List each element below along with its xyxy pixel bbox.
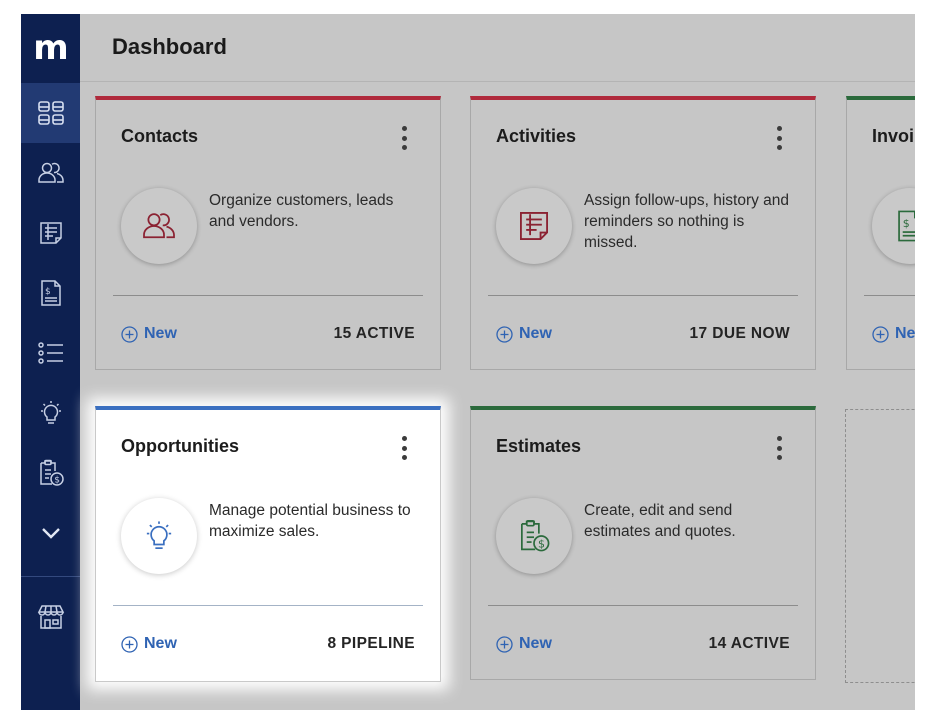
lightbulb-icon xyxy=(40,401,61,424)
sidebar-item-more[interactable] xyxy=(21,503,80,563)
new-label: New xyxy=(144,325,177,342)
card-count: 15 ACTIVE xyxy=(333,325,415,342)
card-count: 8 PIPELINE xyxy=(327,635,415,652)
card-description: Create, edit and send estimates and quot… xyxy=(584,502,736,540)
card-invoices[interactable]: Invoi $ Ne xyxy=(846,96,915,370)
invoice-icon: $ xyxy=(898,210,915,242)
card-divider xyxy=(488,605,798,606)
more-options-icon[interactable] xyxy=(773,126,785,150)
contacts-icon xyxy=(143,213,175,239)
card-divider xyxy=(113,295,423,296)
plus-circle-icon xyxy=(872,325,889,343)
card-count: 14 ACTIVE xyxy=(708,635,790,652)
card-estimates[interactable]: Estimates $ Create, edit and send estima… xyxy=(470,406,816,680)
add-card-placeholder[interactable] xyxy=(845,409,915,683)
card-title: Contacts xyxy=(121,126,199,146)
card-title: Invoi xyxy=(872,126,915,146)
svg-text:$: $ xyxy=(45,287,51,297)
new-label: New xyxy=(519,635,552,652)
estimate-icon: $ xyxy=(521,519,550,552)
sidebar: m $ $ xyxy=(21,14,80,710)
more-options-icon[interactable] xyxy=(398,436,410,460)
page-title: Dashboard xyxy=(112,34,227,59)
new-label: Ne xyxy=(895,325,915,342)
sidebar-divider xyxy=(21,576,80,577)
chevron-down-icon xyxy=(41,528,60,539)
plus-circle-icon xyxy=(496,325,513,343)
new-activity-button[interactable]: New xyxy=(496,325,552,343)
sidebar-item-invoices[interactable]: $ xyxy=(21,263,80,323)
sidebar-item-contacts[interactable] xyxy=(21,143,80,203)
estimate-icon: $ xyxy=(39,459,64,486)
sidebar-item-store[interactable] xyxy=(21,587,80,647)
plus-circle-icon xyxy=(496,635,513,653)
card-count: 17 DUE NOW xyxy=(689,325,790,342)
card-title: Activities xyxy=(496,126,577,146)
new-opportunity-button[interactable]: New xyxy=(121,635,177,653)
app-logo[interactable]: m xyxy=(21,14,80,82)
card-description: Organize customers, leads and vendors. xyxy=(209,192,394,230)
card-title: Opportunities xyxy=(121,436,239,456)
plus-circle-icon xyxy=(121,635,138,653)
sidebar-item-estimates[interactable]: $ xyxy=(21,443,80,503)
sidebar-item-opportunities[interactable] xyxy=(21,383,80,443)
svg-text:$: $ xyxy=(903,217,910,230)
store-icon xyxy=(37,605,64,629)
lightbulb-icon xyxy=(146,521,172,549)
card-contacts[interactable]: Contacts Organize customers, leads and v… xyxy=(95,96,441,370)
more-options-icon[interactable] xyxy=(773,436,785,460)
more-options-icon[interactable] xyxy=(398,126,410,150)
contacts-icon xyxy=(37,162,64,183)
card-description: Assign follow-ups, history and reminders… xyxy=(584,192,790,251)
dashboard-icon xyxy=(37,101,64,125)
list-icon xyxy=(37,342,63,364)
svg-text:$: $ xyxy=(54,475,60,485)
card-description: Manage potential business to maximize sa… xyxy=(209,502,411,540)
sidebar-item-activities[interactable] xyxy=(21,203,80,263)
app-window: m $ $ Dashboard Contacts Organize custom… xyxy=(21,14,915,710)
card-icon-circle xyxy=(496,188,572,264)
new-label: New xyxy=(519,325,552,342)
plus-circle-icon xyxy=(121,325,138,343)
new-estimate-button[interactable]: New xyxy=(496,635,552,653)
card-icon-circle: $ xyxy=(496,498,572,574)
new-label: New xyxy=(144,635,177,652)
page-header: Dashboard xyxy=(80,14,915,82)
card-divider xyxy=(488,295,798,296)
card-icon-circle: $ xyxy=(872,188,915,264)
card-icon-circle xyxy=(121,188,197,264)
activities-icon xyxy=(520,212,548,240)
sidebar-item-list[interactable] xyxy=(21,323,80,383)
card-activities[interactable]: Activities Assign follow-ups, history an… xyxy=(470,96,816,370)
card-divider xyxy=(864,295,915,296)
sidebar-item-dashboard[interactable] xyxy=(21,83,80,143)
activities-icon xyxy=(39,222,62,244)
new-contact-button[interactable]: New xyxy=(121,325,177,343)
new-invoice-button[interactable]: Ne xyxy=(872,325,915,343)
invoice-icon: $ xyxy=(40,280,61,306)
card-title: Estimates xyxy=(496,436,582,456)
card-opportunities[interactable]: Opportunities Manage potential business … xyxy=(95,406,441,682)
card-icon-circle xyxy=(121,498,197,574)
card-divider xyxy=(113,605,423,606)
svg-text:$: $ xyxy=(538,537,545,550)
